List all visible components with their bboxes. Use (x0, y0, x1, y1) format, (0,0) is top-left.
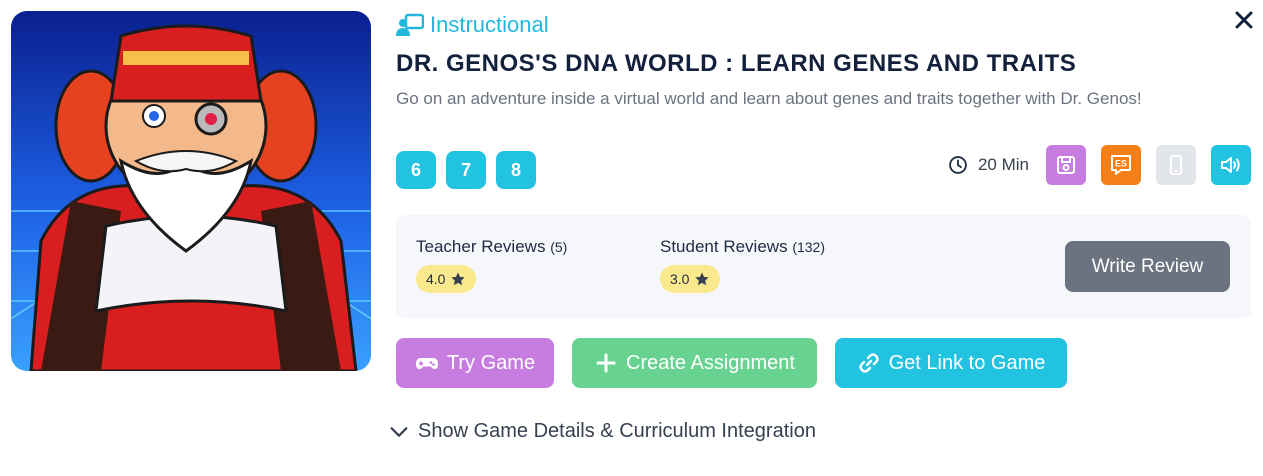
duration-label: 20 Min (977, 155, 1029, 174)
teacher-reviews: Teacher Reviews (5) 4.0 (416, 237, 567, 293)
create-assignment-label: Create Assignment (626, 351, 795, 374)
audio-feature-badge (1211, 145, 1251, 185)
grade-badge: 7 (446, 151, 486, 189)
grade-badge: 6 (396, 151, 436, 189)
student-reviews-label: Student Reviews (660, 237, 788, 256)
close-icon (1235, 11, 1253, 29)
show-details-label: Show Game Details & Curriculum Integrati… (418, 420, 816, 442)
game-actions: Try Game Create Assignment Get Link to G… (396, 338, 1067, 388)
student-reviews: Student Reviews (132) 3.0 (660, 237, 825, 293)
reviews-panel: Teacher Reviews (5) 4.0 Student Reviews … (396, 215, 1251, 318)
mobile-feature-badge (1156, 145, 1196, 185)
teacher-rating-badge: 4.0 (416, 265, 477, 293)
presenter-icon (396, 13, 424, 36)
get-link-label: Get Link to Game (888, 351, 1046, 374)
save-feature-badge (1046, 145, 1086, 185)
get-link-button[interactable]: Get Link to Game (835, 338, 1067, 388)
grade-list: 6 7 8 (396, 151, 536, 189)
student-rating-value: 3.0 (670, 271, 690, 287)
gamepad-icon (415, 358, 438, 369)
write-review-button[interactable]: Write Review (1065, 241, 1230, 292)
student-reviews-count: (132) (792, 239, 825, 255)
mobile-icon (1170, 155, 1182, 175)
teacher-rating-value: 4.0 (426, 271, 446, 287)
save-icon (1057, 156, 1075, 174)
spanish-feature-badge: ES (1101, 145, 1141, 185)
game-description: Go on an adventure inside a virtual worl… (396, 89, 1142, 108)
category-label: Instructional (430, 12, 549, 37)
game-meta: 20 Min ES (948, 145, 1251, 185)
plus-icon (596, 353, 616, 373)
try-game-label: Try Game (446, 351, 536, 374)
audio-icon (1221, 157, 1240, 173)
teacher-reviews-count: (5) (550, 239, 568, 255)
create-assignment-button[interactable]: Create Assignment (572, 338, 817, 388)
game-duration: 20 Min (948, 155, 1029, 175)
grade-badge: 8 (496, 151, 536, 189)
game-category: Instructional (396, 12, 549, 38)
spanish-icon: ES (1111, 155, 1131, 175)
chevron-down-icon (390, 426, 408, 437)
spanish-label: ES (1115, 159, 1127, 169)
show-details-toggle[interactable]: Show Game Details & Curriculum Integrati… (388, 420, 816, 443)
star-icon (451, 272, 466, 286)
game-thumbnail (11, 11, 371, 371)
try-game-button[interactable]: Try Game (396, 338, 554, 388)
close-button[interactable] (1232, 8, 1256, 32)
link-icon (858, 353, 879, 373)
game-title: DR. GENOS'S DNA WORLD : LEARN GENES AND … (396, 50, 1077, 77)
star-icon (695, 272, 710, 286)
teacher-reviews-label: Teacher Reviews (416, 237, 546, 256)
clock-icon (949, 156, 967, 174)
student-rating-badge: 3.0 (660, 265, 721, 293)
